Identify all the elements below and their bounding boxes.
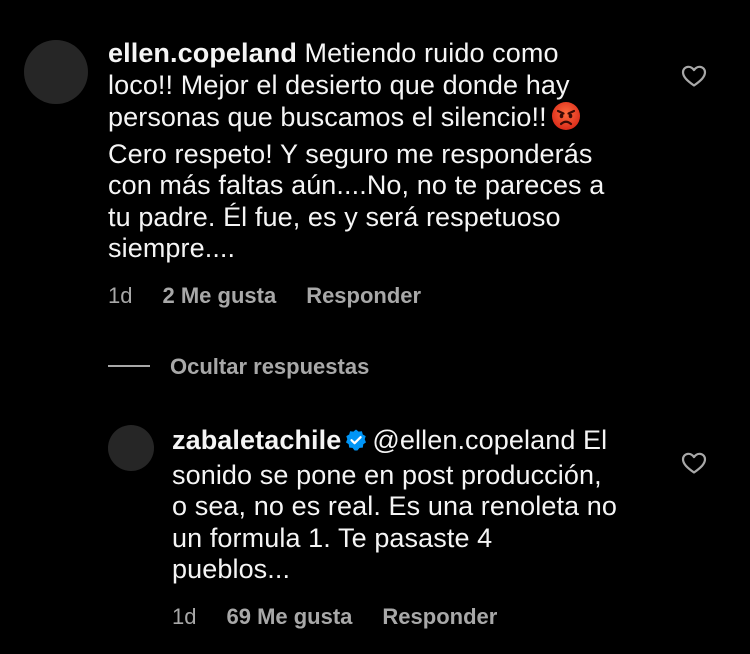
reply-like-heart-icon[interactable]: [681, 451, 707, 480]
avatar-zabaletachile[interactable]: [108, 425, 154, 471]
hide-replies-button[interactable]: Ocultar respuestas: [108, 354, 369, 380]
divider-line: [108, 365, 150, 367]
reply-time: 1d: [172, 604, 197, 629]
comment-line-4: Cero respeto! Y seguro me responderás: [108, 138, 593, 169]
comment-username[interactable]: ellen.copeland: [108, 38, 297, 68]
comment-line-6: tu padre. Él fue, es y será respetuoso: [108, 201, 561, 232]
comment-time: 1d: [108, 283, 133, 308]
reply-body: zabaletachile @ellen.copeland El sonido s…: [172, 425, 662, 586]
comment-text-line: personas que buscamos el silencio!!: [108, 102, 547, 132]
reply-line-4: un formula 1. Te pasaste 4: [172, 522, 493, 553]
reply-reply-button[interactable]: Responder: [382, 604, 497, 629]
comment-text-line: Metiendo ruido como: [296, 38, 559, 68]
reply-likes-count[interactable]: 69 Me gusta: [226, 604, 352, 629]
comment-reply-button[interactable]: Responder: [306, 283, 421, 308]
reply-line-2: sonido se pone en post producción,: [172, 459, 602, 490]
reply-meta: 1d 69 Me gusta Responder: [172, 604, 497, 630]
comment-meta: 1d 2 Me gusta Responder: [108, 283, 421, 309]
comment-line-2: loco!! Mejor el desierto que donde hay: [108, 69, 570, 100]
comment-likes-count[interactable]: 2 Me gusta: [162, 283, 276, 308]
like-heart-icon[interactable]: [681, 64, 707, 93]
comment-body: ellen.copeland Metiendo ruido como loco!…: [108, 38, 668, 265]
reply-line-5: pueblos...: [172, 554, 291, 584]
hide-replies-label: Ocultar respuestas: [170, 354, 370, 379]
reply-text-line: @ellen.copeland El: [372, 425, 608, 455]
reply-username[interactable]: zabaletachile: [172, 425, 341, 455]
pouting-face-emoji-icon: [551, 101, 581, 139]
comment-line-7: siempre....: [108, 233, 236, 263]
reply-line-3: o sea, no es real. Es una renoleta no: [172, 491, 617, 521]
verified-badge-icon: [344, 428, 368, 460]
avatar-ellen-copeland[interactable]: [24, 40, 88, 104]
comment-line-3: personas que buscamos el silencio!!: [108, 101, 668, 139]
comment-line-5: con más faltas aún....No, no te pareces …: [108, 170, 605, 200]
comment-line-1: ellen.copeland Metiendo ruido como: [108, 38, 668, 70]
reply-line-1: zabaletachile @ellen.copeland El: [172, 425, 662, 460]
